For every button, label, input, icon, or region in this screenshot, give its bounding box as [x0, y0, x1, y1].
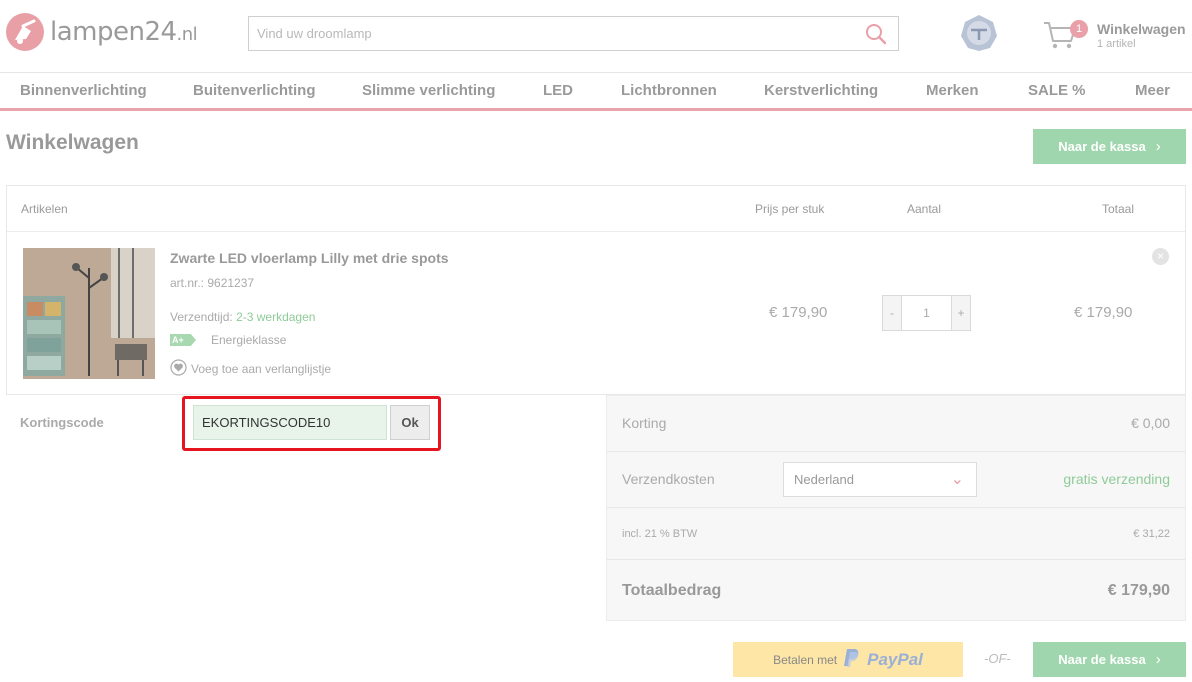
- order-summary: Korting € 0,00 Verzendkosten Nederland ⌄…: [606, 395, 1186, 621]
- summary-vat-row: incl. 21 % BTW € 31,22: [607, 508, 1185, 560]
- paypal-checkout-button[interactable]: Betalen met PayPal: [733, 642, 963, 677]
- checkout-button-label: Naar de kassa: [1058, 652, 1146, 667]
- nav-item-kerstverlichting[interactable]: Kerstverlichting: [764, 82, 878, 99]
- summary-discount-row: Korting € 0,00: [607, 396, 1185, 452]
- nav-item-binnenverlichting[interactable]: Binnenverlichting: [20, 82, 147, 99]
- product-energy-class: A+ Energieklasse: [170, 333, 286, 347]
- logo-wordmark: lampen24.nl: [50, 17, 198, 47]
- search-bar: [248, 16, 899, 51]
- header-total: Totaal: [1102, 202, 1135, 216]
- search-input[interactable]: [249, 17, 849, 50]
- cart-item-count: 1 artikel: [1097, 38, 1136, 50]
- header-price: Prijs per stuk: [755, 202, 825, 216]
- cart-title: Winkelwagen: [1097, 21, 1186, 37]
- site-header: lampen24.nl 1 Winkelwagen 1 artikel: [0, 0, 1192, 72]
- site-logo[interactable]: lampen24.nl: [6, 12, 198, 52]
- nav-item-merken[interactable]: Merken: [926, 82, 979, 99]
- search-icon[interactable]: [864, 23, 888, 45]
- energy-label-badge: A+: [170, 334, 196, 346]
- nav-item-lichtbronnen[interactable]: Lichtbronnen: [621, 82, 717, 99]
- product-name[interactable]: Zwarte LED vloerlamp Lilly met drie spot…: [170, 250, 449, 266]
- nav-item-sale[interactable]: SALE %: [1028, 82, 1086, 99]
- nav-item-slimme-verlichting[interactable]: Slimme verlichting: [362, 82, 495, 99]
- main-navigation: Binnenverlichting Buitenverlichting Slim…: [0, 72, 1192, 111]
- quantity-increase-button[interactable]: +: [952, 296, 970, 330]
- coupon-apply-button[interactable]: Ok: [390, 405, 430, 440]
- nav-item-buitenverlichting[interactable]: Buitenverlichting: [193, 82, 316, 99]
- nav-item-meer[interactable]: Meer: [1135, 82, 1170, 99]
- coupon-code-input[interactable]: [193, 405, 387, 440]
- remove-item-close-icon[interactable]: ×: [1152, 248, 1169, 265]
- coupon-label: Kortingscode: [20, 415, 104, 430]
- quantity-decrease-button[interactable]: -: [883, 296, 901, 330]
- heart-icon: [170, 359, 187, 379]
- wishlist-label: Voeg toe aan verlanglijstje: [191, 362, 332, 376]
- chevron-down-icon: ⌄: [950, 471, 964, 488]
- paypal-prefix: Betalen met: [773, 652, 838, 667]
- add-to-wishlist-link[interactable]: Voeg toe aan verlanglijstje: [170, 359, 331, 379]
- cart-count-badge: 1: [1070, 20, 1088, 38]
- quantity-stepper: - +: [882, 295, 971, 331]
- shipping-cost-value: gratis verzending: [1063, 471, 1170, 487]
- checkout-button-bottom[interactable]: Naar de kassa ›: [1033, 642, 1186, 677]
- chevron-right-icon: ›: [1155, 138, 1161, 155]
- product-art-number: art.nr.: 9621237: [170, 276, 255, 290]
- quantity-input[interactable]: [901, 296, 952, 330]
- header-cart-link[interactable]: 1 Winkelwagen 1 artikel: [1042, 18, 1192, 54]
- vat-value: € 31,22: [1133, 528, 1170, 540]
- shipping-cost-label: Verzendkosten: [622, 471, 715, 487]
- shipping-country-select[interactable]: Nederland ⌄: [783, 462, 977, 497]
- header-items: Artikelen: [21, 202, 68, 216]
- paypal-logo-icon: [843, 648, 861, 671]
- product-shipping-time: Verzendtijd: 2-3 werkdagen: [170, 310, 316, 324]
- cart-table: Artikelen Prijs per stuk Aantal Totaal Z…: [6, 185, 1186, 395]
- product-image[interactable]: [23, 248, 155, 379]
- selected-country: Nederland: [794, 472, 854, 487]
- product-unit-price: € 179,90: [769, 304, 828, 321]
- cart-table-header: Artikelen Prijs per stuk Aantal Totaal: [7, 186, 1185, 232]
- energy-label-text: Energieklasse: [211, 333, 287, 347]
- product-line-total: € 179,90: [1074, 304, 1133, 321]
- header-qty: Aantal: [907, 202, 942, 216]
- discount-value: € 0,00: [1131, 415, 1170, 431]
- nav-item-led[interactable]: LED: [543, 82, 573, 99]
- total-amount-label: Totaalbedrag: [622, 582, 722, 599]
- or-separator: -OF-: [984, 651, 1011, 666]
- discount-label: Korting: [622, 415, 667, 431]
- chevron-right-icon: ›: [1155, 651, 1161, 668]
- summary-shipping-row: Verzendkosten Nederland ⌄ gratis verzend…: [607, 452, 1185, 508]
- total-amount-value: € 179,90: [1107, 582, 1170, 599]
- lamp-logo-icon: [6, 13, 44, 51]
- checkout-button-label: Naar de kassa: [1058, 139, 1146, 154]
- checkout-button-top[interactable]: Naar de kassa ›: [1033, 129, 1186, 164]
- tuv-seal-icon[interactable]: [960, 14, 998, 52]
- page-title: Winkelwagen: [6, 131, 139, 154]
- vat-label: incl. 21 % BTW: [622, 528, 698, 540]
- summary-total-row: Totaalbedrag € 179,90: [607, 560, 1185, 621]
- paypal-wordmark: PayPal: [867, 649, 923, 669]
